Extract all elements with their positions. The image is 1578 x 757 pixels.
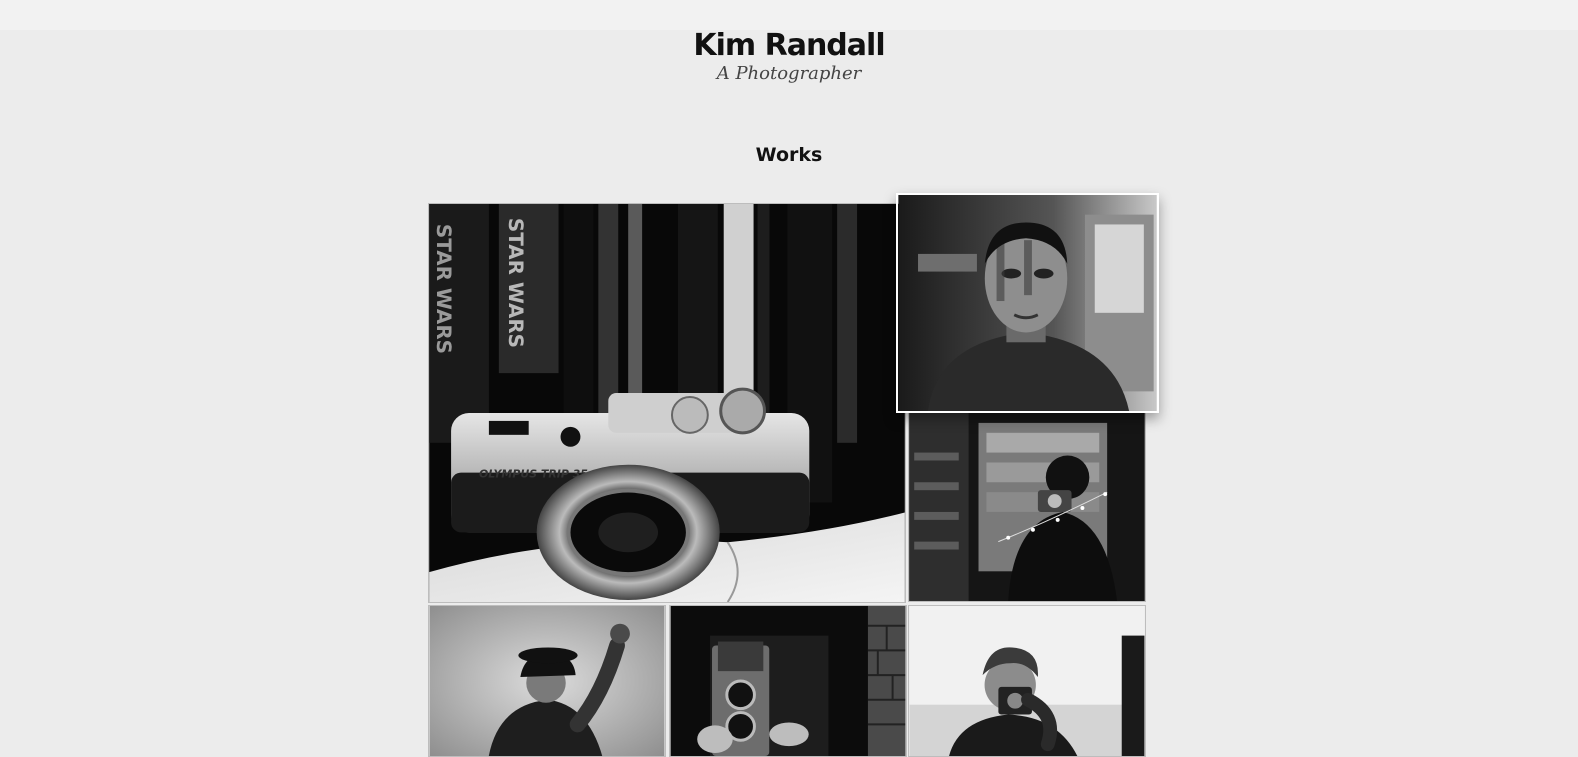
- site-subtitle: A Photographer: [716, 63, 862, 84]
- twin-lens-camera-photo: [670, 606, 906, 756]
- man-portrait-photo: [898, 195, 1157, 411]
- book-spine-text-1: STAR WARS: [432, 224, 455, 354]
- site-title[interactable]: Kim Randall: [0, 26, 1578, 66]
- mirror-selfie-photo: [909, 413, 1145, 601]
- site-header: Kim Randall A Photographer: [0, 26, 1578, 86]
- works-heading: Works: [755, 144, 823, 166]
- woman-waving-photo: [429, 606, 665, 756]
- gallery-item-man-with-camera[interactable]: [908, 605, 1146, 757]
- gallery-item-woman-waving[interactable]: [428, 605, 666, 757]
- gallery-item-twin-lens-camera[interactable]: [669, 605, 907, 757]
- gallery-item-portrait[interactable]: [896, 193, 1159, 413]
- man-with-camera-photo: [909, 606, 1145, 756]
- camera-on-book-photo: STAR WARS STAR WARS OLYMPUS TRIP 35: [429, 204, 905, 602]
- gallery-item-mirror-selfie[interactable]: [908, 412, 1146, 602]
- camera-model-text: OLYMPUS TRIP 35: [479, 468, 588, 481]
- gallery-item-camera[interactable]: STAR WARS STAR WARS OLYMPUS TRIP 35: [428, 203, 906, 603]
- book-spine-text-2: STAR WARS: [504, 218, 527, 348]
